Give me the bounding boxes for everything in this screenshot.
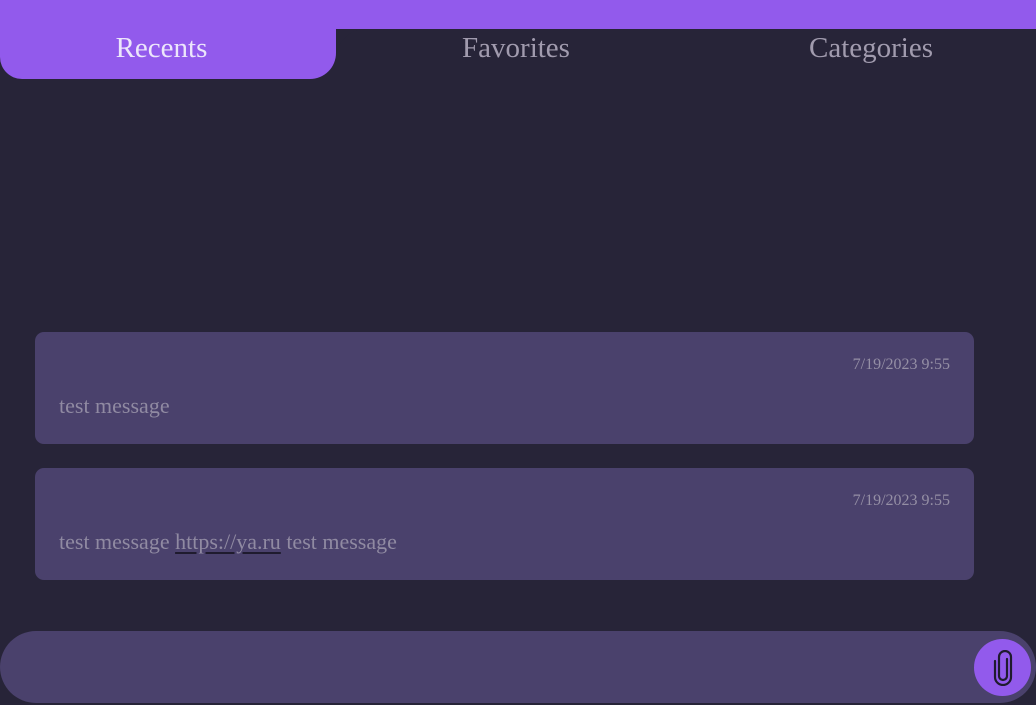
tab-categories[interactable]: Categories: [696, 30, 1036, 66]
message-card[interactable]: 7/19/2023 9:55 test message https://ya.r…: [35, 468, 974, 580]
message-timestamp: 7/19/2023 9:55: [852, 492, 950, 509]
message-text-before: test message: [59, 529, 176, 554]
message-input[interactable]: [30, 643, 954, 693]
message-link[interactable]: https://ya.ru: [175, 529, 281, 554]
app-window: Recents Favorites Categories 7/19/2023 9…: [0, 0, 1036, 705]
message-text-after: test message: [280, 529, 397, 554]
attach-button[interactable]: [974, 639, 1031, 696]
tab-bar: Recents Favorites Categories: [0, 0, 1036, 80]
message-text: test message https://ya.ru test message: [59, 529, 397, 555]
tab-recents[interactable]: Recents: [0, 30, 323, 66]
message-timestamp: 7/19/2023 9:55: [852, 356, 950, 373]
message-card[interactable]: 7/19/2023 9:55 test message: [35, 332, 974, 444]
message-composer: [0, 631, 1036, 703]
message-text: test message: [59, 393, 170, 418]
paperclip-icon: [993, 649, 1012, 686]
tab-favorites[interactable]: Favorites: [336, 30, 696, 66]
